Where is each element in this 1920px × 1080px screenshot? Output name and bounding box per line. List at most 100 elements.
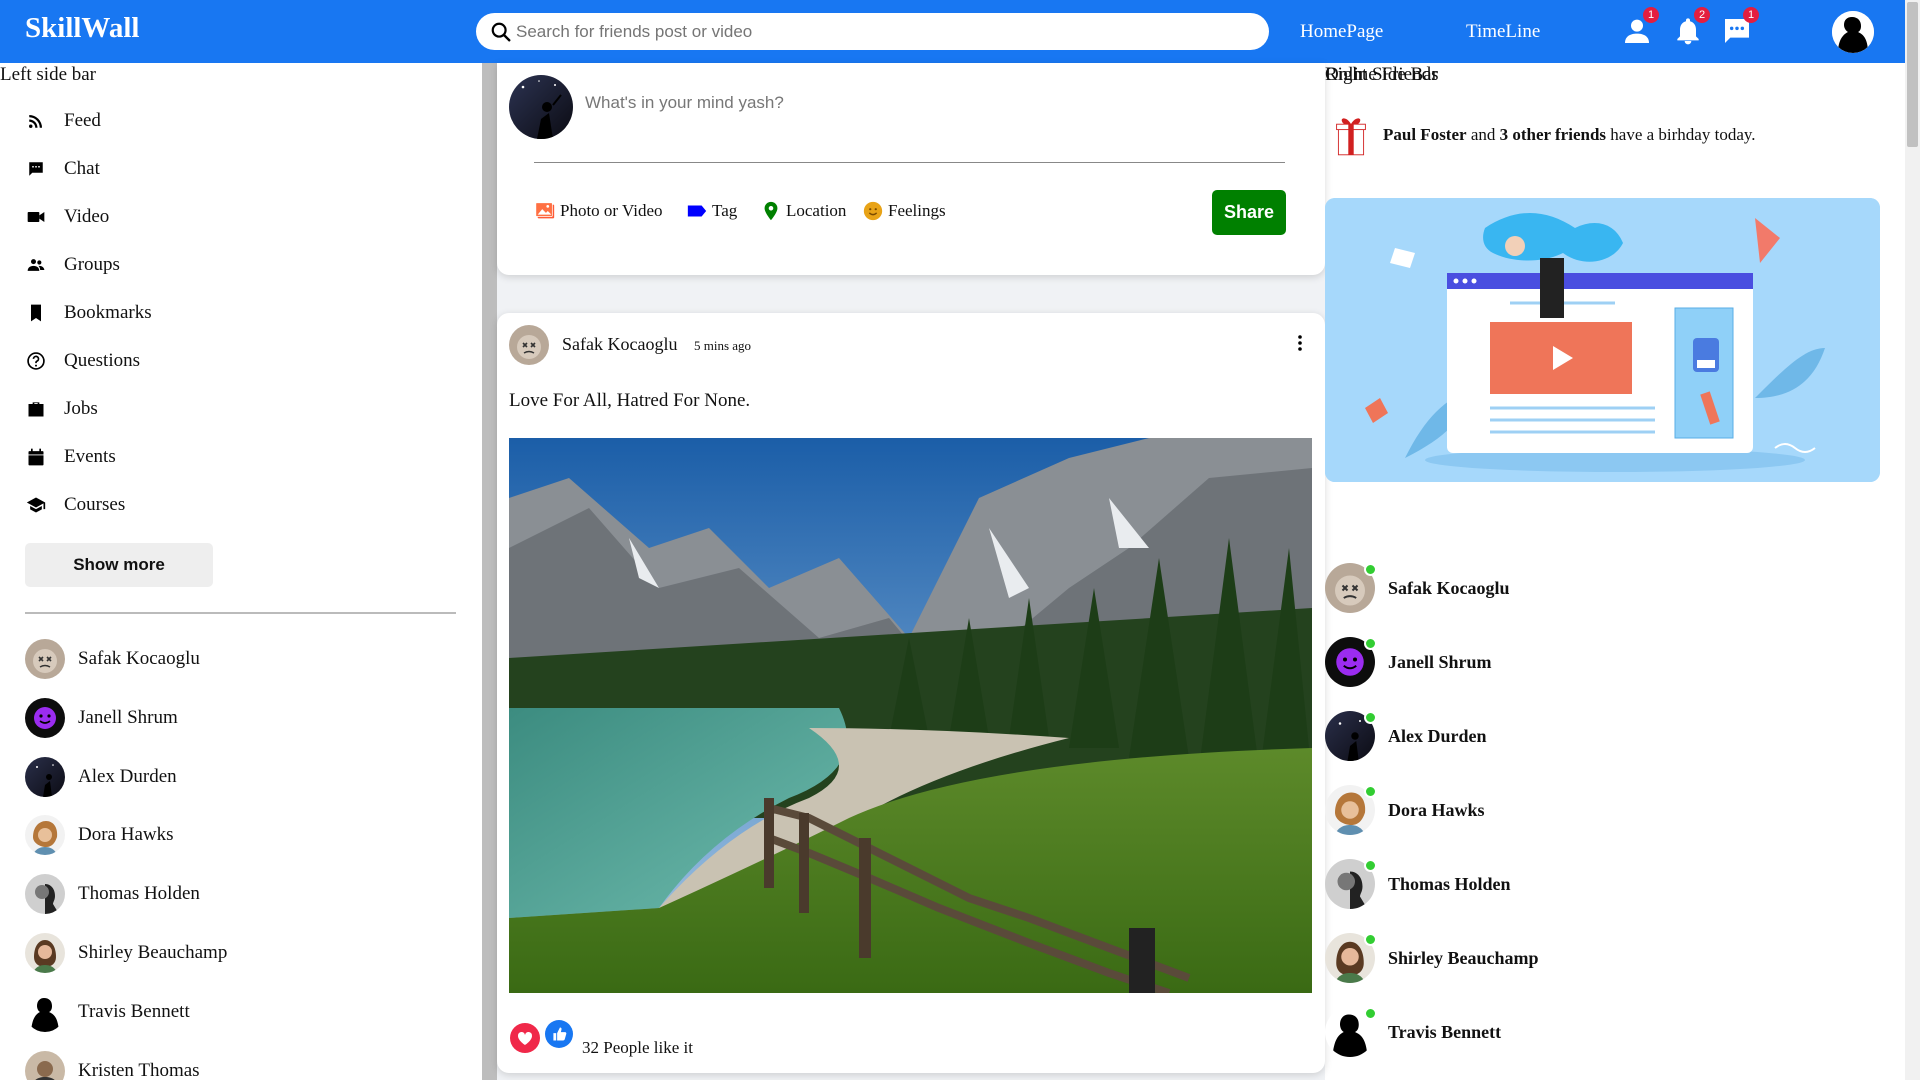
sidebar-item-jobs[interactable]: Jobs [25,398,98,420]
heart-icon [510,1023,540,1053]
online-status-dot [1364,859,1377,872]
messages-button[interactable]: 1 [1721,7,1759,47]
option-label: Photo or Video [560,201,663,220]
post-author[interactable]: Safak Kocaoglu [562,334,677,355]
online-status-dot [1364,711,1377,724]
sidebar-item-label: Feed [64,110,101,131]
tag-option[interactable]: Tag [686,200,737,222]
birthday-text: Paul Foster and 3 other friends have a b… [1383,125,1756,145]
online-friend-name: Alex Durden [1388,725,1487,746]
sidebar-item-label: Courses [64,494,126,515]
more-vert-icon[interactable] [1293,331,1307,355]
photo-video-option[interactable]: Photo or Video [534,200,663,222]
avatar[interactable] [509,325,549,365]
right-sidebar: Right Side Bar Paul Foster and 3 other f… [1325,63,1905,1080]
friend-name: Alex Durden [78,766,177,787]
sidebar-item-events[interactable]: Events [25,446,116,468]
nav-timeline-link[interactable]: TimeLine [1466,21,1540,43]
online-friend-item[interactable]: Safak Kocaoglu [1325,563,1510,613]
left-sidebar: Left side bar Feed Chat Video Groups Boo… [0,63,482,1080]
scrollbar-thumb[interactable] [1907,2,1918,147]
left-sidebar-title: Left side bar [0,64,97,85]
online-friend-name: Shirley Beauchamp [1388,947,1539,968]
online-friend-item[interactable]: Shirley Beauchamp [1325,933,1539,983]
sidebar-item-label: Questions [64,350,140,371]
share-button[interactable]: Share [1212,190,1286,235]
friend-name: Dora Hawks [78,824,174,845]
sidebar-item-video[interactable]: Video [25,206,109,228]
birthday-others[interactable]: 3 other friends [1500,125,1606,144]
show-more-button[interactable]: Show more [25,543,213,587]
search-input[interactable] [516,21,1216,42]
share-box: Photo or Video Tag Location Feelings Sha… [497,63,1325,275]
love-reaction-button[interactable] [510,1023,540,1053]
friend-name: Travis Bennett [78,1001,190,1022]
online-friend-item[interactable]: Janell Shrum [1325,637,1492,687]
friend-list-item[interactable]: Alex Durden [25,757,177,797]
app-logo[interactable]: SkillWall [25,12,139,45]
work-icon [25,398,47,420]
online-friend-item[interactable]: Alex Durden [1325,711,1487,761]
friend-name: Safak Kocaoglu [78,648,200,669]
location-pin-icon [764,201,778,221]
groups-icon [25,254,47,276]
sidebar-item-questions[interactable]: Questions [25,350,140,372]
location-option[interactable]: Location [760,200,846,222]
online-status-dot [1364,637,1377,650]
sidebar-item-chat[interactable]: Chat [25,158,100,180]
avatar [25,639,65,679]
sidebar-item-courses[interactable]: Courses [25,494,125,516]
sidebar-item-label: Events [64,446,116,467]
like-count: 32 People like it [582,1038,693,1057]
friend-name: Shirley Beauchamp [78,942,228,963]
help-icon [25,350,47,372]
birthday-connector: and [1470,125,1496,144]
school-icon [25,494,47,516]
friend-list-item[interactable]: Dora Hawks [25,815,174,855]
notifications-button[interactable]: 2 [1672,7,1710,47]
friend-list-item[interactable]: Safak Kocaoglu [25,639,200,679]
friend-requests-button[interactable]: 1 [1621,7,1659,47]
option-label: Tag [712,201,738,220]
online-friend-item[interactable]: Dora Hawks [1325,785,1485,835]
like-reaction-button[interactable] [545,1020,575,1050]
friend-list-item[interactable]: Travis Bennett [25,992,190,1032]
friend-name: Janell Shrum [78,707,178,728]
post-image[interactable] [509,438,1312,993]
friend-list-item[interactable]: Kristen Thomas [25,1051,200,1080]
avatar [25,992,65,1032]
friend-list-item[interactable]: Janell Shrum [25,698,178,738]
rss-icon [25,110,47,132]
sidebar-item-label: Groups [64,254,120,275]
sidebar-item-feed[interactable]: Feed [25,110,101,132]
page-scrollbar[interactable] [1905,0,1920,1080]
avatar[interactable] [509,75,573,139]
nav-homepage-link[interactable]: HomePage [1300,21,1383,43]
friends-badge: 1 [1643,7,1659,23]
status-input[interactable] [585,93,1185,113]
avatar [25,757,65,797]
chat-icon [25,158,47,180]
online-status-dot [1364,933,1377,946]
online-friends-title: Online Friends [1325,64,1439,85]
online-friend-item[interactable]: Travis Bennett [1325,1007,1501,1057]
sidebar-item-groups[interactable]: Groups [25,254,120,276]
share-divider [534,162,1285,163]
sidebar-item-label: Chat [64,158,100,179]
friend-name: Kristen Thomas [78,1060,200,1080]
friend-list-item[interactable]: Shirley Beauchamp [25,933,227,973]
online-friend-item[interactable]: Thomas Holden [1325,859,1511,909]
birthday-person[interactable]: Paul Foster [1383,125,1467,144]
post-text: Love For All, Hatred For None. [509,390,751,411]
friend-name: Thomas Holden [78,883,200,904]
avatar [25,815,65,855]
promo-banner[interactable] [1325,198,1880,482]
feelings-option[interactable]: Feelings [862,200,946,222]
left-scrollbar[interactable] [482,63,497,1080]
profile-avatar[interactable] [1832,11,1874,53]
sidebar-item-bookmarks[interactable]: Bookmarks [25,302,152,324]
sidebar-item-label: Video [64,206,110,227]
online-friend-name: Thomas Holden [1388,873,1511,894]
friend-list-item[interactable]: Thomas Holden [25,874,200,914]
search-bar[interactable] [476,13,1269,50]
